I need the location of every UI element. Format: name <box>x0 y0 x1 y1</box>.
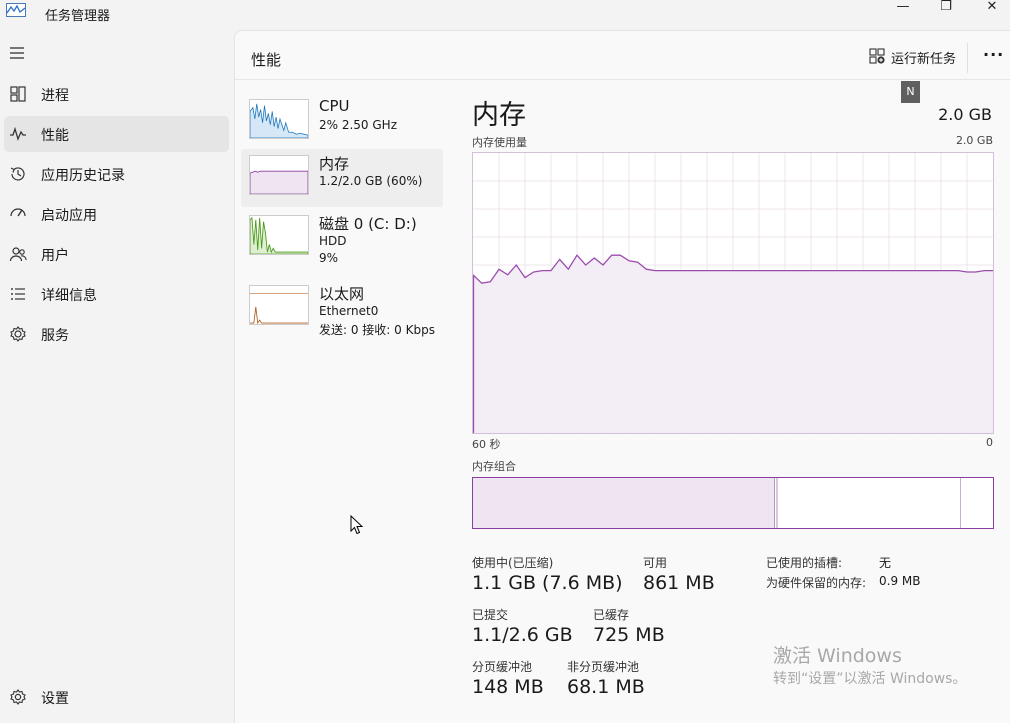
resource-name: 以太网 <box>319 285 365 303</box>
sidebar-item-services[interactable]: 服务 <box>4 316 229 352</box>
details-icon <box>11 288 25 300</box>
sidebar-item-performance[interactable]: 性能 <box>4 116 229 152</box>
close-button[interactable]: ✕ <box>975 0 1009 18</box>
hardware-reserved-label: 为硬件保留的内存: <box>766 576 867 590</box>
resource-detail: 发送: 0 接收: 0 Kbps <box>319 323 435 337</box>
mouse-cursor-icon <box>350 515 364 535</box>
sidebar-item-label: 用户 <box>41 248 69 264</box>
usage-label: 内存使用量 <box>472 136 527 149</box>
sidebar-item-processes[interactable]: 进程 <box>4 76 229 112</box>
sidebar-item-users[interactable]: 用户 <box>4 236 229 272</box>
resource-name: 磁盘 0 (C: D:) <box>319 215 417 233</box>
memory-composition-bar <box>472 477 994 529</box>
task-manager-icon <box>6 3 26 17</box>
hardware-reserved-value: 0.9 MB <box>879 574 921 588</box>
paged-pool-value: 148 MB <box>472 676 544 698</box>
hamburger-menu-icon[interactable] <box>8 44 26 62</box>
sidebar-item-details[interactable]: 详细信息 <box>4 276 229 312</box>
maximize-button[interactable]: ❐ <box>929 0 963 18</box>
memory-usage-graph <box>472 152 994 434</box>
available-value: 861 MB <box>643 572 715 594</box>
in-use-label: 使用中(已压缩) <box>472 556 554 570</box>
ethernet-thumbnail-graph <box>249 285 309 325</box>
performance-panel: 性能 运行新任务 ··· CPU 2% 2.50 GHz 内存 1.2/2.0 … <box>234 30 1010 723</box>
x-axis-left-label: 60 秒 <box>472 438 501 451</box>
x-axis-right-label: 0 <box>986 436 993 449</box>
cpu-thumbnail-graph <box>249 99 309 139</box>
slots-used-label: 已使用的插槽: <box>766 556 843 570</box>
sidebar-item-label: 服务 <box>41 328 69 344</box>
committed-label: 已提交 <box>472 608 509 622</box>
composition-in-use <box>473 478 775 528</box>
title-bar: 任务管理器 — ❐ ✕ <box>0 0 1010 28</box>
page-title: 性能 <box>251 51 282 69</box>
memory-title: 内存 <box>472 100 526 131</box>
app-history-icon <box>10 167 25 181</box>
resource-item-disk[interactable]: 磁盘 0 (C: D:) HDD 9% <box>241 209 443 267</box>
nonpaged-pool-value: 68.1 MB <box>567 676 645 698</box>
resource-detail: 2% 2.50 GHz <box>319 118 398 132</box>
committed-value: 1.1/2.6 GB <box>472 624 573 646</box>
sidebar-item-settings[interactable]: 设置 <box>4 679 229 715</box>
resource-item-cpu[interactable]: CPU 2% 2.50 GHz <box>241 93 443 151</box>
cached-value: 725 MB <box>593 624 665 646</box>
header-divider <box>235 79 1010 80</box>
resource-item-ethernet[interactable]: 以太网 Ethernet0 发送: 0 接收: 0 Kbps <box>241 279 443 337</box>
startup-icon <box>10 208 26 217</box>
paged-pool-label: 分页缓冲池 <box>472 660 533 674</box>
nonpaged-pool-label: 非分页缓冲池 <box>567 660 640 674</box>
users-icon <box>9 247 27 262</box>
memory-total: 2.0 GB <box>938 105 992 124</box>
sidebar: 进程 性能 应用历史记录 启动应用 用户 详细信息 服务 设置 <box>0 28 234 723</box>
resource-detail: 9% <box>319 251 339 265</box>
settings-gear-icon <box>10 689 26 705</box>
resource-detail: Ethernet0 <box>319 304 379 318</box>
sidebar-item-label: 详细信息 <box>41 288 97 304</box>
composition-modified <box>775 478 778 528</box>
resource-item-memory[interactable]: 内存 1.2/2.0 GB (60%) <box>241 149 443 207</box>
run-new-task-label: 运行新任务 <box>891 52 957 67</box>
sidebar-item-label: 应用历史记录 <box>41 168 125 184</box>
more-options-button[interactable]: ··· <box>983 45 1004 64</box>
composition-label: 内存组合 <box>472 460 516 473</box>
in-use-value: 1.1 GB (7.6 MB) <box>472 572 623 594</box>
resource-detail: 1.2/2.0 GB (60%) <box>319 174 423 188</box>
resource-name: CPU <box>319 97 350 115</box>
cached-label: 已缓存 <box>593 608 630 622</box>
disk-thumbnail-graph <box>249 215 309 255</box>
usage-max-label: 2.0 GB <box>955 134 993 147</box>
sidebar-item-app-history[interactable]: 应用历史记录 <box>4 156 229 192</box>
composition-standby <box>959 478 961 528</box>
toolbar-divider <box>967 43 968 73</box>
memory-usage-area <box>473 255 993 433</box>
sidebar-item-label: 设置 <box>41 691 69 707</box>
activate-windows-watermark: 激活 Windows <box>773 645 902 667</box>
sidebar-item-label: 进程 <box>41 88 69 104</box>
available-label: 可用 <box>643 556 668 570</box>
n-badge: N <box>901 81 920 103</box>
activate-windows-hint: 转到“设置”以激活 Windows。 <box>773 671 967 687</box>
run-task-icon <box>869 48 885 64</box>
minimize-button[interactable]: — <box>886 0 920 18</box>
processes-icon <box>10 86 26 102</box>
memory-thumbnail-graph <box>249 155 309 195</box>
services-icon <box>10 326 26 342</box>
performance-icon <box>10 126 26 141</box>
resource-detail: HDD <box>319 234 347 248</box>
sidebar-item-label: 启动应用 <box>41 208 97 224</box>
window-title: 任务管理器 <box>45 9 111 24</box>
sidebar-item-startup[interactable]: 启动应用 <box>4 196 229 232</box>
slots-used-value: 无 <box>879 556 892 570</box>
sidebar-item-label: 性能 <box>41 128 69 144</box>
resource-name: 内存 <box>319 155 350 173</box>
